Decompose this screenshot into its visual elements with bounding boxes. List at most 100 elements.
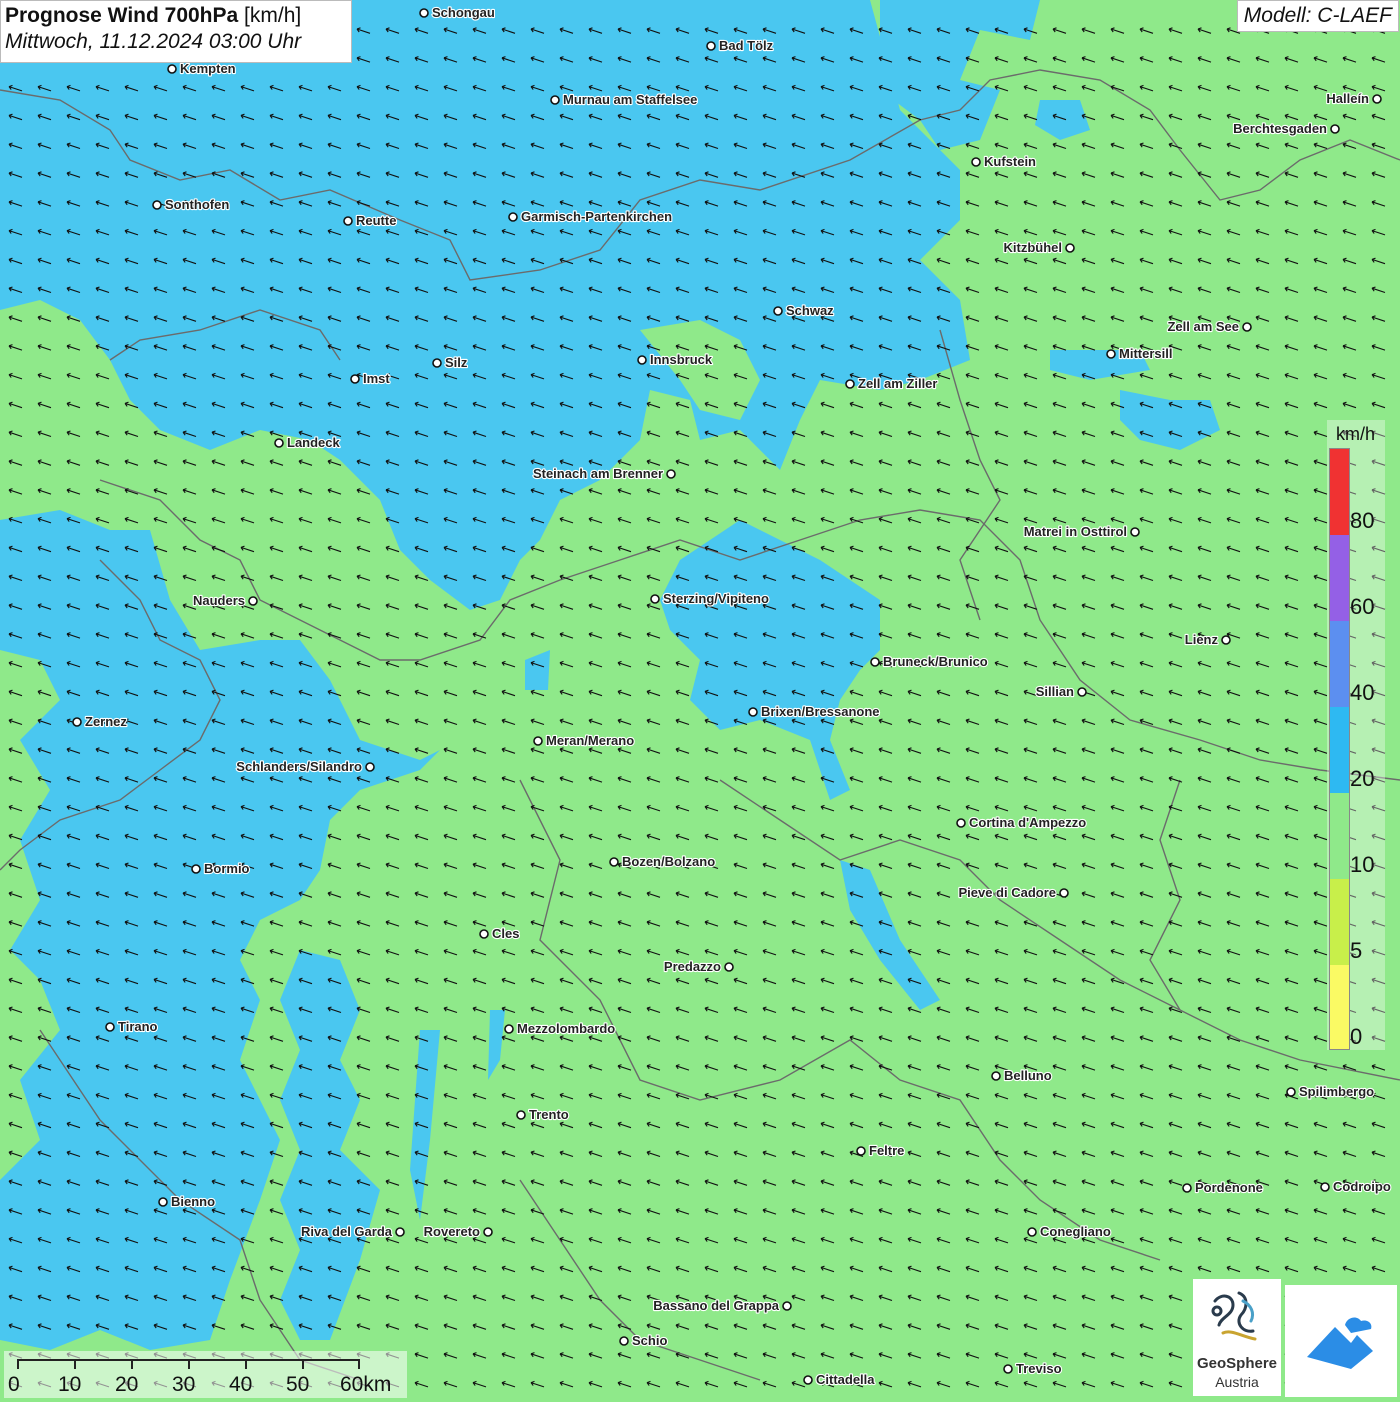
city-label: Spilimbergo bbox=[1299, 1084, 1374, 1099]
city-marker bbox=[609, 857, 619, 867]
city-label: Riva del Garda bbox=[301, 1224, 393, 1239]
city-label: Landeck bbox=[287, 435, 341, 450]
city-label: Tirano bbox=[118, 1019, 158, 1034]
scale-tick bbox=[302, 1359, 304, 1369]
city-marker bbox=[637, 355, 647, 365]
city-marker bbox=[1242, 322, 1252, 332]
legend-label-5: 5 bbox=[1350, 938, 1363, 963]
city-label: Lienz bbox=[1185, 632, 1219, 647]
legend-segment-10 bbox=[1330, 793, 1349, 879]
city-marker bbox=[1320, 1182, 1330, 1192]
city-marker bbox=[479, 929, 489, 939]
city-label: Mezzolombardo bbox=[517, 1021, 615, 1036]
city-label: Schlanders/Silandro bbox=[236, 759, 362, 774]
city-marker bbox=[1003, 1364, 1013, 1374]
city-marker bbox=[508, 212, 518, 222]
city-label: Kitzbühel bbox=[1004, 240, 1063, 255]
city-label: Cortina d'Ampezzo bbox=[969, 815, 1086, 830]
city-marker bbox=[1027, 1227, 1037, 1237]
legend-label-0: 0 bbox=[1350, 1024, 1363, 1049]
scale-label: 30 bbox=[172, 1373, 196, 1396]
city-label: Cles bbox=[492, 926, 519, 941]
city-label: Imst bbox=[363, 371, 390, 386]
city-label: Bad Tölz bbox=[719, 38, 774, 53]
city-marker bbox=[782, 1301, 792, 1311]
legend-label-20: 20 bbox=[1350, 766, 1375, 791]
city-label: Bormio bbox=[204, 861, 250, 876]
city-marker bbox=[1182, 1183, 1192, 1193]
scale-label: 60km bbox=[340, 1373, 392, 1396]
city-marker bbox=[158, 1197, 168, 1207]
legend-bar bbox=[1329, 448, 1350, 1050]
city-label: Sterzing/Vipiteno bbox=[663, 591, 769, 606]
legend-label-10: 10 bbox=[1350, 852, 1375, 877]
model-label: Modell: C-LAEF bbox=[1236, 0, 1399, 32]
city-marker bbox=[856, 1146, 866, 1156]
city-marker bbox=[419, 8, 429, 18]
city-marker bbox=[956, 818, 966, 828]
city-label: Bruneck/Brunico bbox=[883, 654, 988, 669]
scale-tick bbox=[358, 1359, 360, 1369]
city-label: Murnau am Staffelsee bbox=[563, 92, 697, 107]
city-label: Silz bbox=[445, 355, 468, 370]
city-label: Matrei in Osttirol bbox=[1024, 524, 1127, 539]
city-marker bbox=[395, 1227, 405, 1237]
legend-unit: km/h bbox=[1336, 424, 1376, 444]
scale-tick bbox=[188, 1359, 190, 1369]
city-label: Rovereto bbox=[424, 1224, 480, 1239]
city-marker bbox=[350, 374, 360, 384]
city-marker bbox=[274, 438, 284, 448]
scale-label: 40 bbox=[229, 1373, 253, 1396]
map-title-unit: [km/h] bbox=[238, 4, 302, 27]
city-label: Nauders bbox=[193, 593, 245, 608]
legend-label-60: 60 bbox=[1350, 594, 1375, 619]
forecast-datetime: Mittwoch, 11.12.2024 03:00 Uhr bbox=[5, 30, 302, 53]
city-label: Belluno bbox=[1004, 1068, 1052, 1083]
city-label: Pieve di Cadore bbox=[958, 885, 1056, 900]
city-label: Garmisch-Partenkirchen bbox=[521, 209, 672, 224]
city-marker bbox=[533, 736, 543, 746]
city-label: Bozen/Bolzano bbox=[622, 854, 715, 869]
city-label: Sillian bbox=[1036, 684, 1074, 699]
city-marker bbox=[724, 962, 734, 972]
city-label: Treviso bbox=[1016, 1361, 1062, 1376]
city-marker bbox=[1330, 124, 1340, 134]
city-label: Feltre bbox=[869, 1143, 904, 1158]
city-marker bbox=[167, 64, 177, 74]
city-label: Brixen/Bressanone bbox=[761, 704, 880, 719]
legend-segment-20 bbox=[1330, 707, 1349, 793]
city-marker bbox=[365, 762, 375, 772]
legend-segment-80 bbox=[1330, 449, 1349, 535]
city-label: Halleín bbox=[1326, 91, 1369, 106]
city-marker bbox=[619, 1336, 629, 1346]
city-marker bbox=[1372, 94, 1382, 104]
city-marker bbox=[1059, 888, 1069, 898]
legend-label-80: 80 bbox=[1350, 508, 1375, 533]
city-marker bbox=[1130, 527, 1140, 537]
legend-label-40: 40 bbox=[1350, 680, 1375, 705]
city-marker bbox=[1106, 349, 1116, 359]
mountain-cloud-icon bbox=[1307, 1317, 1373, 1369]
legend-segment-5 bbox=[1330, 879, 1349, 965]
city-marker bbox=[1221, 635, 1231, 645]
city-marker bbox=[152, 200, 162, 210]
weather-app-logo bbox=[1285, 1285, 1397, 1397]
city-label: Innsbruck bbox=[650, 352, 713, 367]
scale-tick bbox=[17, 1359, 19, 1369]
city-marker bbox=[72, 717, 82, 727]
city-marker bbox=[191, 864, 201, 874]
map-title-box: Prognose Wind 700hPa [km/h] Mittwoch, 11… bbox=[0, 0, 352, 63]
city-marker bbox=[803, 1375, 813, 1385]
city-marker bbox=[432, 358, 442, 368]
city-label: Kufstein bbox=[984, 154, 1036, 169]
city-label: Conegliano bbox=[1040, 1224, 1111, 1239]
city-marker bbox=[870, 657, 880, 667]
city-label: Predazzo bbox=[664, 959, 721, 974]
city-label: Kempten bbox=[180, 61, 236, 76]
city-marker bbox=[748, 707, 758, 717]
city-marker bbox=[706, 41, 716, 51]
geosphere-country: Austria bbox=[1215, 1374, 1259, 1390]
scale-tick bbox=[131, 1359, 133, 1369]
geosphere-name: GeoSphere bbox=[1196, 1355, 1278, 1372]
scale-tick bbox=[74, 1359, 76, 1369]
